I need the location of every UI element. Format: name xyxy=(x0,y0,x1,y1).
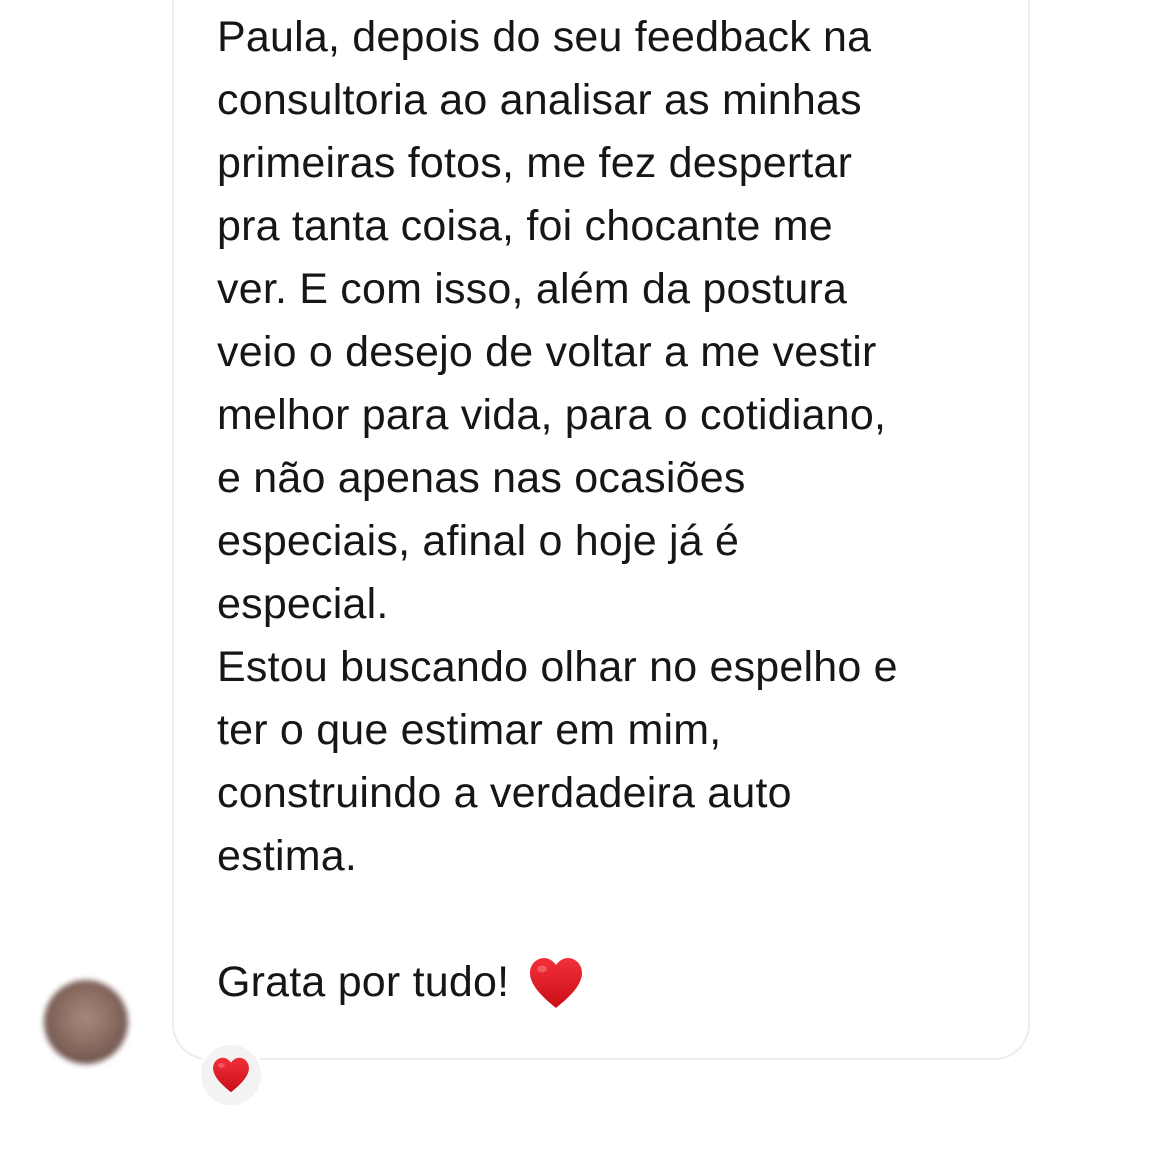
message-paragraph-1: Paula, depois do seu feedback na consult… xyxy=(217,13,887,628)
message-text: Paula, depois do seu feedback na consult… xyxy=(217,6,1007,1014)
heart-reaction[interactable] xyxy=(198,1042,264,1108)
avatar[interactable] xyxy=(44,980,128,1064)
message-closing: Grata por tudo! xyxy=(217,958,510,1006)
message-paragraph-2: Estou buscando olhar no espelho e ter o … xyxy=(217,643,898,880)
message-closing-line: Grata por tudo! xyxy=(217,951,1007,1014)
heart-icon xyxy=(213,1057,249,1093)
heart-icon xyxy=(530,957,583,1008)
chat-screen: Paula, depois do seu feedback na consult… xyxy=(0,0,1170,1153)
